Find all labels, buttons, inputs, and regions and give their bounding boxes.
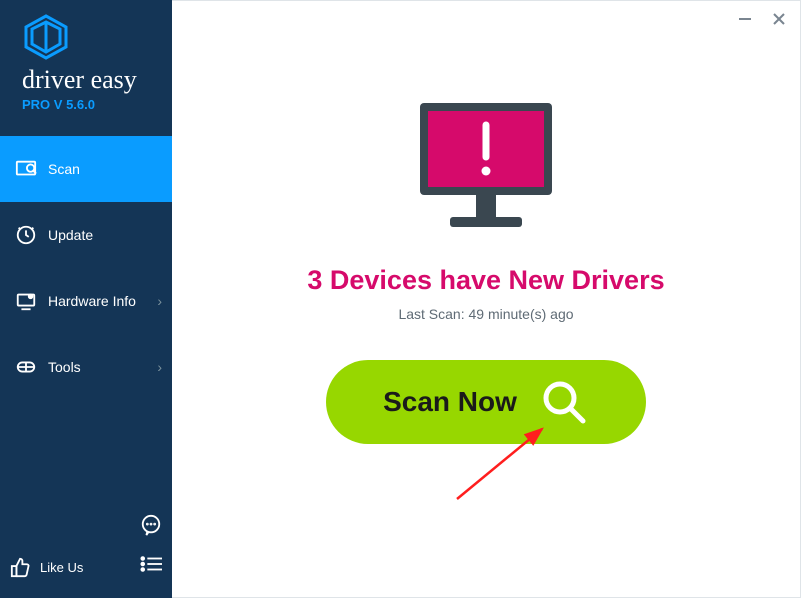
search-icon	[539, 377, 589, 427]
brand-block: driver easy PRO V 5.6.0	[0, 0, 172, 122]
chevron-right-icon: ›	[157, 293, 162, 309]
like-us-label: Like Us	[40, 560, 83, 575]
brand-logo-icon	[22, 14, 70, 60]
thumbs-up-icon	[10, 556, 32, 578]
sidebar-item-label: Scan	[48, 161, 80, 177]
alert-monitor-icon	[410, 97, 562, 237]
brand-version: PRO V 5.6.0	[22, 97, 172, 112]
brand-name: driver easy	[22, 67, 172, 93]
minimize-button[interactable]	[734, 9, 756, 34]
chat-bubble-icon	[140, 514, 162, 536]
scan-icon	[14, 157, 38, 181]
sidebar-item-scan[interactable]: Scan	[0, 136, 172, 202]
menu-list-icon	[140, 555, 162, 573]
sidebar-item-hardware[interactable]: Hardware Info ›	[0, 268, 172, 334]
scan-now-button[interactable]: Scan Now	[326, 360, 646, 444]
scan-now-label: Scan Now	[383, 386, 517, 418]
sidebar-nav: Scan Update Hardware Info ›	[0, 136, 172, 400]
status-headline: 3 Devices have New Drivers	[307, 265, 664, 296]
sidebar-item-update[interactable]: Update	[0, 202, 172, 268]
chevron-right-icon: ›	[157, 359, 162, 375]
like-us-button[interactable]: Like Us	[10, 556, 83, 578]
sidebar-item-label: Hardware Info	[48, 293, 136, 309]
close-button[interactable]	[768, 9, 790, 34]
window-controls	[734, 9, 790, 34]
close-icon	[772, 12, 786, 26]
menu-button[interactable]	[140, 555, 162, 578]
last-scan-text: Last Scan: 49 minute(s) ago	[398, 306, 573, 322]
sidebar-item-label: Tools	[48, 359, 81, 375]
feedback-button[interactable]	[140, 514, 162, 541]
update-icon	[14, 223, 38, 247]
sidebar-footer: Like Us	[0, 504, 172, 598]
tools-icon	[14, 355, 38, 379]
sidebar-item-tools[interactable]: Tools ›	[0, 334, 172, 400]
sidebar: driver easy PRO V 5.6.0 Scan U	[0, 0, 172, 598]
hardware-icon	[14, 289, 38, 313]
sidebar-item-label: Update	[48, 227, 93, 243]
main-content: 3 Devices have New Drivers Last Scan: 49…	[172, 97, 800, 444]
main-panel: 3 Devices have New Drivers Last Scan: 49…	[172, 0, 801, 598]
minimize-icon	[738, 12, 752, 26]
